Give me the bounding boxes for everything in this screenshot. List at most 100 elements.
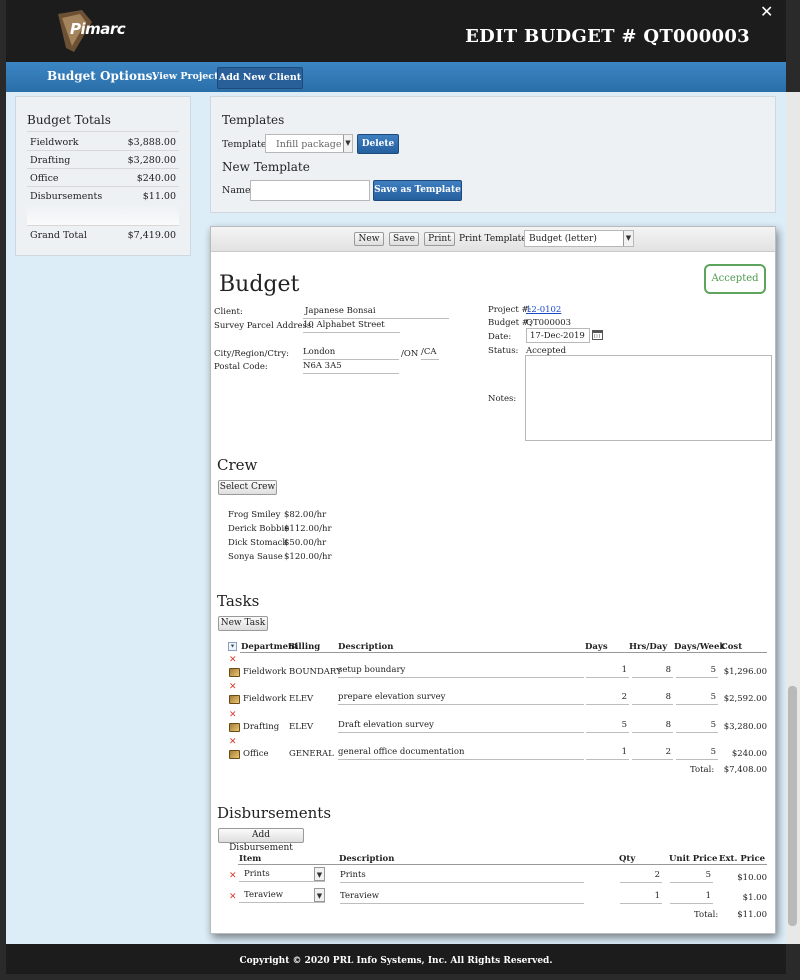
task-billing: GENERAL — [289, 749, 334, 759]
task-hrs-day[interactable]: 8 — [632, 665, 673, 678]
task-description[interactable]: Draft elevation survey — [338, 720, 584, 733]
crew-member-rate: $82.00/hr — [284, 510, 327, 520]
postal-code-value[interactable]: N6A 3A5 — [303, 361, 399, 374]
save-button[interactable]: Save — [389, 232, 419, 246]
delete-disbursement-icon[interactable]: ✕ — [229, 871, 237, 881]
task-days-week[interactable]: 5 — [676, 665, 718, 678]
disb-description[interactable]: Prints — [340, 870, 584, 883]
totals-label: Disbursements — [30, 191, 103, 202]
date-label: Date: — [488, 332, 512, 342]
close-icon[interactable]: ✕ — [760, 2, 773, 21]
project-label: Project #: — [488, 305, 532, 315]
task-description[interactable]: general office documentation — [338, 747, 584, 760]
view-project-link[interactable]: View Project — [152, 71, 218, 82]
task-department: Fieldwork — [243, 667, 287, 677]
project-link[interactable]: 12-0102 — [526, 305, 561, 315]
task-days[interactable]: 2 — [586, 692, 629, 705]
delete-template-button[interactable]: Delete — [357, 134, 399, 154]
delete-disbursement-icon[interactable]: ✕ — [229, 892, 237, 902]
totals-label: Fieldwork — [30, 137, 79, 148]
delete-task-icon[interactable]: ✕ — [229, 737, 237, 747]
date-input[interactable]: 17-Dec-2019 — [526, 328, 590, 343]
notes-textarea[interactable] — [525, 355, 772, 441]
grand-total-label: Grand Total — [30, 230, 87, 241]
print-templates-label: Print Templates: — [459, 234, 535, 244]
template-name-label: Name — [222, 185, 251, 196]
edit-task-icon[interactable] — [229, 723, 240, 732]
scrollbar-thumb[interactable] — [788, 686, 797, 926]
calendar-icon[interactable] — [592, 329, 603, 340]
status-badge: Accepted — [704, 264, 766, 294]
task-days[interactable]: 1 — [586, 747, 629, 760]
budget-options-label: Budget Options: — [47, 69, 157, 83]
save-as-template-button[interactable]: Save as Template — [373, 180, 462, 201]
chevron-down-icon[interactable]: ▼ — [623, 231, 633, 246]
edit-task-icon[interactable] — [229, 668, 240, 677]
chevron-down-icon[interactable]: ▼ — [314, 867, 325, 881]
disb-header-qty: Qty — [619, 854, 636, 864]
task-cost: $3,280.00 — [723, 722, 767, 732]
print-button[interactable]: Print — [424, 232, 455, 246]
disb-unit-price[interactable]: 1 — [670, 891, 713, 904]
task-department: Fieldwork — [243, 694, 287, 704]
crew-member-name: Sonya Sause — [228, 552, 283, 562]
task-description[interactable]: setup boundary — [338, 665, 584, 678]
disb-header-item: Item — [239, 854, 262, 864]
disb-ext-price: $1.00 — [742, 893, 767, 903]
disb-header-description: Description — [339, 854, 395, 864]
tasks-header-days-week: Days/Week — [674, 642, 726, 652]
crew-member-rate: $120.00/hr — [284, 552, 332, 562]
edit-task-icon[interactable] — [229, 750, 240, 759]
budget-totals-title: Budget Totals — [27, 113, 111, 127]
tasks-header-billing: Billing — [288, 642, 321, 652]
disb-qty[interactable]: 1 — [620, 891, 662, 904]
delete-task-icon[interactable]: ✕ — [229, 655, 237, 665]
task-days-week[interactable]: 5 — [676, 692, 718, 705]
delete-task-icon[interactable]: ✕ — [229, 682, 237, 692]
task-days[interactable]: 5 — [586, 720, 629, 733]
disb-item-select[interactable]: Teraview — [239, 889, 325, 903]
tasks-total-label: Total: — [690, 765, 715, 775]
task-department: Office — [243, 749, 269, 759]
task-days-week[interactable]: 5 — [676, 747, 718, 760]
disb-description[interactable]: Teraview — [340, 891, 584, 904]
task-description[interactable]: prepare elevation survey — [338, 692, 584, 705]
disb-item-select[interactable]: Prints — [239, 868, 325, 882]
task-days[interactable]: 1 — [586, 665, 629, 678]
new-task-button[interactable]: New Task — [218, 616, 268, 631]
notes-label: Notes: — [488, 394, 517, 404]
budget-number-value: QT000003 — [526, 318, 572, 328]
survey-address-value[interactable]: 10 Alphabet Street — [303, 320, 400, 333]
totals-value: $3,888.00 — [127, 137, 176, 148]
postal-code-label: Postal Code: — [214, 362, 268, 372]
template-name-input[interactable] — [250, 180, 370, 201]
add-new-client-button[interactable]: Add New Client — [217, 67, 303, 89]
client-value[interactable]: Japanese Bonsai — [303, 306, 449, 319]
status-label: Status: — [488, 346, 519, 356]
add-disbursement-button[interactable]: Add Disbursement — [218, 828, 304, 853]
chevron-down-icon[interactable]: ▼ — [314, 888, 325, 902]
task-billing: ELEV — [289, 722, 314, 732]
country-value[interactable]: /CA — [421, 347, 439, 360]
crew-member-rate: $50.00/hr — [284, 538, 327, 548]
city-value[interactable]: London — [303, 347, 399, 360]
task-hrs-day[interactable]: 2 — [632, 747, 673, 760]
task-days-week[interactable]: 5 — [676, 720, 718, 733]
disb-qty[interactable]: 2 — [620, 870, 662, 883]
client-label: Client: — [214, 307, 243, 317]
select-crew-button[interactable]: Select Crew — [218, 480, 277, 495]
delete-task-icon[interactable]: ✕ — [229, 710, 237, 720]
expand-icon[interactable]: ⯆ — [228, 642, 237, 651]
chevron-down-icon[interactable]: ▼ — [343, 135, 352, 152]
region-value[interactable]: /ON — [401, 349, 418, 359]
grand-total-value: $7,419.00 — [127, 230, 176, 241]
task-hrs-day[interactable]: 8 — [632, 720, 673, 733]
tasks-header-hrs-day: Hrs/Day — [629, 642, 668, 652]
new-button[interactable]: New — [354, 232, 384, 246]
edit-task-icon[interactable] — [229, 695, 240, 704]
disb-header-unit-price: Unit Price — [669, 854, 718, 864]
template-label: Template — [222, 139, 267, 150]
city-label: City/Region/Ctry: — [214, 349, 289, 359]
task-hrs-day[interactable]: 8 — [632, 692, 673, 705]
disb-unit-price[interactable]: 5 — [670, 870, 713, 883]
